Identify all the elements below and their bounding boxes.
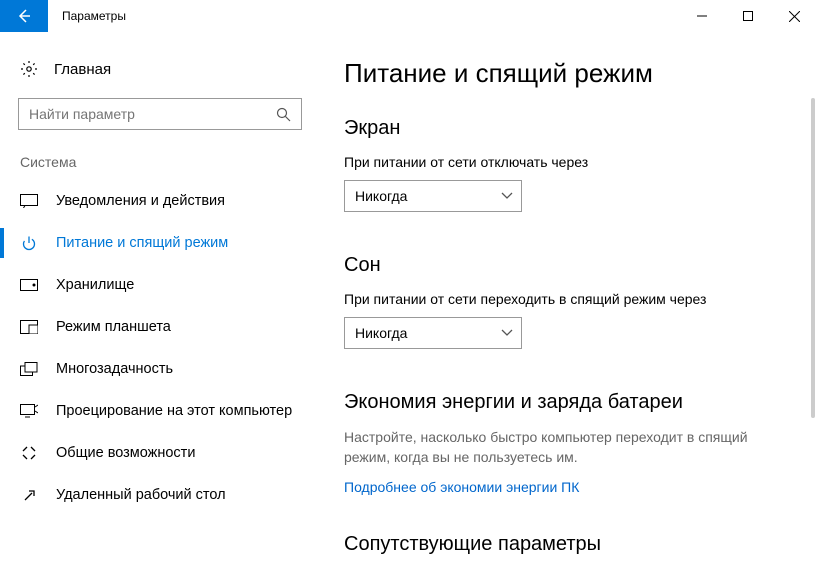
sidebar-item-storage[interactable]: Хранилище — [0, 264, 320, 306]
close-button[interactable] — [771, 0, 817, 32]
minimize-icon — [697, 11, 707, 21]
window-controls — [679, 0, 817, 32]
sidebar-item-label: Многозадачность — [56, 361, 173, 377]
sleep-label: При питании от сети переходить в спящий … — [344, 291, 793, 307]
sidebar-item-tablet[interactable]: Режим планшета — [0, 306, 320, 348]
sidebar-item-label: Хранилище — [56, 277, 134, 293]
page-title: Питание и спящий режим — [344, 58, 793, 89]
sidebar-item-notifications[interactable]: Уведомления и действия — [0, 180, 320, 222]
projecting-icon — [20, 402, 38, 420]
home-label: Главная — [54, 61, 111, 78]
arrow-left-icon — [16, 8, 32, 24]
battery-link[interactable]: Подробнее об экономии энергии ПК — [344, 479, 793, 495]
sidebar-item-label: Проецирование на этот компьютер — [56, 403, 292, 419]
sidebar-item-projecting[interactable]: Проецирование на этот компьютер — [0, 390, 320, 432]
screen-off-dropdown[interactable]: Никогда — [344, 180, 522, 212]
screen-off-label: При питании от сети отключать через — [344, 154, 793, 170]
sleep-heading: Сон — [344, 254, 793, 277]
search-input[interactable] — [29, 106, 265, 122]
battery-heading: Экономия энергии и заряда батареи — [344, 391, 793, 414]
sidebar: Главная Система Уведомления и действия П… — [0, 32, 320, 579]
remote-icon — [20, 486, 38, 504]
sidebar-item-multitasking[interactable]: Многозадачность — [0, 348, 320, 390]
search-box[interactable] — [18, 98, 302, 130]
titlebar: Параметры — [0, 0, 817, 32]
sidebar-item-label: Питание и спящий режим — [56, 235, 228, 251]
dropdown-value: Никогда — [355, 188, 407, 204]
sidebar-group-label: Система — [0, 154, 320, 180]
chevron-down-icon — [501, 329, 513, 337]
maximize-icon — [743, 11, 753, 21]
multitasking-icon — [20, 360, 38, 378]
maximize-button[interactable] — [725, 0, 771, 32]
related-heading: Сопутствующие параметры — [344, 533, 793, 556]
minimize-button[interactable] — [679, 0, 725, 32]
sidebar-item-label: Удаленный рабочий стол — [56, 487, 226, 503]
notification-icon — [20, 192, 38, 210]
storage-icon — [20, 276, 38, 294]
battery-description: Настройте, насколько быстро компьютер пе… — [344, 428, 774, 467]
main-content: Питание и спящий режим Экран При питании… — [320, 32, 817, 579]
sidebar-item-shared[interactable]: Общие возможности — [0, 432, 320, 474]
home-button[interactable]: Главная — [0, 52, 320, 92]
gear-icon — [20, 60, 38, 78]
sidebar-item-power[interactable]: Питание и спящий режим — [0, 222, 320, 264]
power-icon — [20, 234, 38, 252]
close-icon — [789, 11, 800, 22]
sidebar-item-label: Режим планшета — [56, 319, 171, 335]
shared-icon — [20, 444, 38, 462]
sidebar-item-remote[interactable]: Удаленный рабочий стол — [0, 474, 320, 516]
tablet-icon — [20, 318, 38, 336]
chevron-down-icon — [501, 192, 513, 200]
sleep-dropdown[interactable]: Никогда — [344, 317, 522, 349]
back-button[interactable] — [0, 0, 48, 32]
window-title: Параметры — [48, 0, 679, 32]
dropdown-value: Никогда — [355, 325, 407, 341]
scrollbar[interactable] — [811, 98, 815, 418]
sidebar-item-label: Уведомления и действия — [56, 193, 225, 209]
screen-heading: Экран — [344, 117, 793, 140]
sidebar-item-label: Общие возможности — [56, 445, 195, 461]
search-icon — [276, 107, 291, 122]
